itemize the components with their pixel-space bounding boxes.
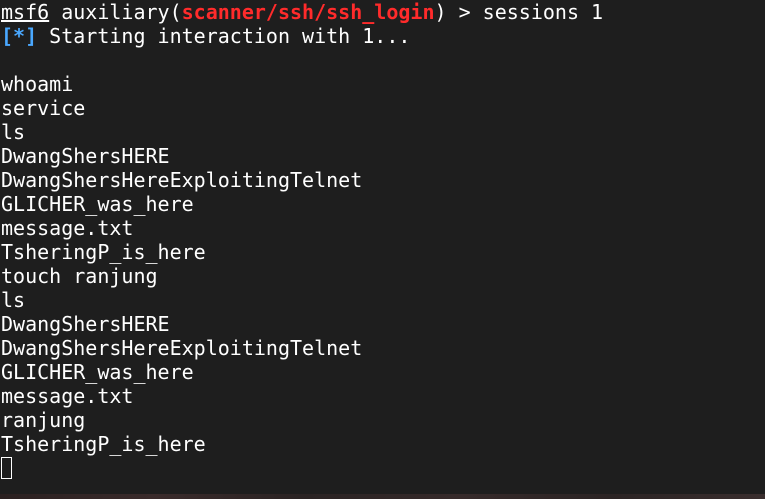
status-tag: [*]: [1, 24, 38, 48]
output-line: GLICHER_was_here: [1, 192, 194, 216]
output-line: ls: [1, 288, 26, 312]
prompt-command: sessions 1: [482, 0, 604, 24]
input-line[interactable]: [1, 456, 765, 480]
output-line: ranjung: [1, 408, 86, 432]
terminal-window[interactable]: msf6 auxiliary(scanner/ssh/ssh_login) > …: [0, 0, 765, 499]
prompt-context-prefix: auxiliary(: [49, 0, 182, 24]
output-line: GLICHER_was_here: [1, 360, 194, 384]
output-line: TsheringP_is_here: [1, 240, 206, 264]
output-line: DwangShersHERE: [1, 312, 170, 336]
output-line: DwangShersHereExploitingTelnet: [1, 336, 363, 360]
output-line: DwangShersHereExploitingTelnet: [1, 168, 363, 192]
text-cursor[interactable]: [1, 457, 12, 479]
output-line: service: [1, 96, 86, 120]
output-line: DwangShersHERE: [1, 144, 170, 168]
prompt-line: msf6 auxiliary(scanner/ssh/ssh_login) > …: [1, 0, 765, 24]
output-line: message.txt: [1, 384, 134, 408]
prompt-name: msf6: [1, 0, 50, 24]
desktop-background-strip: [0, 494, 765, 499]
output-line: touch ranjung: [1, 264, 158, 288]
status-message: Starting interaction with 1...: [37, 24, 411, 48]
output-line: ls: [1, 120, 26, 144]
output-line: whoami: [1, 72, 74, 96]
status-line: [*] Starting interaction with 1...: [1, 24, 765, 48]
module-name: scanner/ssh/ssh_login: [181, 0, 435, 24]
output-line: message.txt: [1, 216, 134, 240]
output-line: TsheringP_is_here: [1, 432, 206, 456]
prompt-context-suffix: ) >: [434, 0, 483, 24]
